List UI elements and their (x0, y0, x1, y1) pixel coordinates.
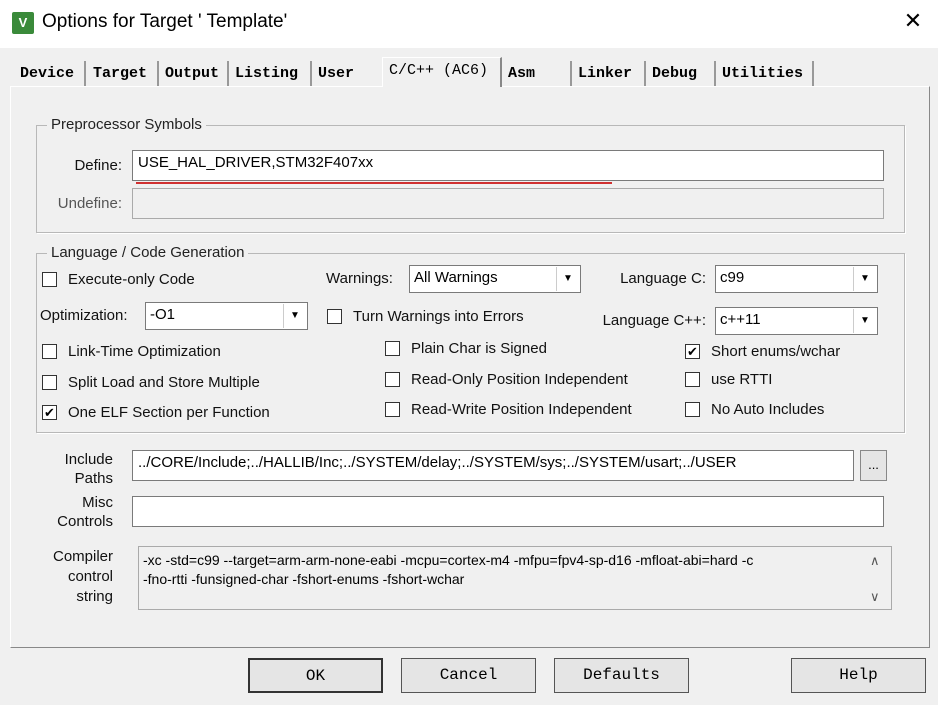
paths-label: Paths (74, 470, 113, 487)
control-label: control (67, 568, 113, 585)
group-title: Language / Code Generation (47, 244, 249, 261)
use-rtti-label: use RTTI (711, 371, 773, 388)
scroll-down-icon[interactable]: ∨ (870, 589, 880, 605)
group-title: Preprocessor Symbols (47, 116, 206, 133)
use-rtti-checkbox[interactable] (685, 372, 700, 387)
controls-label: Controls (57, 513, 113, 530)
no-auto-includes-label: No Auto Includes (711, 401, 825, 418)
warnings-select[interactable]: All Warnings ▼ (409, 265, 581, 293)
plain-char-label: Plain Char is Signed (411, 340, 547, 357)
turn-warnings-label: Turn Warnings into Errors (353, 308, 524, 325)
compiler-control-string: -xc -std=c99 --target=arm-arm-none-eabi … (138, 546, 892, 610)
include-paths-input[interactable]: ../CORE/Include;../HALLIB/Inc;../SYSTEM/… (132, 450, 854, 481)
tab-target[interactable]: Target (87, 61, 159, 86)
language-c-select[interactable]: c99 ▼ (715, 265, 878, 293)
tab-device[interactable]: Device (14, 61, 86, 86)
rw-pi-checkbox[interactable] (385, 402, 400, 417)
language-cpp-label: Language C++: (602, 312, 706, 329)
chevron-down-icon[interactable]: ▼ (853, 267, 876, 291)
compiler-line-1: -xc -std=c99 --target=arm-arm-none-eabi … (143, 552, 754, 568)
no-auto-includes-checkbox[interactable] (685, 402, 700, 417)
rw-pi-label: Read-Write Position Independent (411, 401, 632, 418)
link-time-label: Link-Time Optimization (68, 343, 221, 360)
split-load-checkbox[interactable] (42, 375, 57, 390)
ro-pi-checkbox[interactable] (385, 372, 400, 387)
scroll-up-icon[interactable]: ∧ (870, 553, 880, 569)
tab-c-cpp-ac6[interactable]: C/C++ (AC6) (382, 57, 502, 87)
language-cpp-select[interactable]: c++11 ▼ (715, 307, 878, 335)
annotation-underline (136, 182, 612, 184)
tab-output[interactable]: Output (159, 61, 229, 86)
include-label: Include (64, 451, 113, 468)
browse-button[interactable]: ... (860, 450, 887, 481)
defaults-button[interactable]: Defaults (554, 658, 689, 693)
split-load-label: Split Load and Store Multiple (68, 374, 260, 391)
tab-linker[interactable]: Linker (572, 61, 646, 86)
chevron-down-icon[interactable]: ▼ (556, 267, 579, 291)
warnings-label: Warnings: (326, 270, 393, 287)
tab-utilities[interactable]: Utilities (716, 61, 814, 86)
warnings-value: All Warnings (414, 269, 498, 286)
execute-only-checkbox[interactable] (42, 272, 57, 287)
cancel-button[interactable]: Cancel (401, 658, 536, 693)
optimization-value: -O1 (150, 306, 176, 323)
short-enums-checkbox[interactable]: ✔ (685, 344, 700, 359)
tab-debug[interactable]: Debug (646, 61, 716, 86)
language-cpp-value: c++11 (720, 311, 761, 328)
undefine-label: Undefine: (57, 195, 122, 212)
misc-label: Misc (82, 494, 113, 511)
keil-uvision-icon: V (12, 12, 34, 34)
compiler-label: Compiler (52, 548, 113, 565)
tab-listing[interactable]: Listing (229, 61, 312, 86)
help-button[interactable]: Help (791, 658, 926, 693)
define-input[interactable]: USE_HAL_DRIVER,STM32F407xx (132, 150, 884, 181)
chevron-down-icon[interactable]: ▼ (283, 304, 306, 328)
undefine-input[interactable] (132, 188, 884, 219)
define-label: Define: (74, 157, 122, 174)
language-c-label: Language C: (620, 270, 706, 287)
window-title: Options for Target ' Template' (42, 11, 288, 32)
compiler-line-2: -fno-rtti -funsigned-char -fshort-enums … (143, 571, 465, 587)
plain-char-checkbox[interactable] (385, 341, 400, 356)
chevron-down-icon[interactable]: ▼ (853, 309, 876, 333)
string-label: string (76, 588, 113, 605)
one-elf-checkbox[interactable]: ✔ (42, 405, 57, 420)
short-enums-label: Short enums/wchar (711, 343, 841, 360)
misc-controls-input[interactable] (132, 496, 884, 527)
one-elf-label: One ELF Section per Function (68, 404, 270, 421)
tab-asm[interactable]: Asm (502, 61, 572, 86)
close-button[interactable]: ✕ (898, 8, 928, 34)
execute-only-label: Execute-only Code (68, 271, 195, 288)
tab-user[interactable]: User (312, 61, 382, 86)
turn-warnings-checkbox[interactable] (327, 309, 342, 324)
ok-button[interactable]: OK (248, 658, 383, 693)
language-c-value: c99 (720, 269, 745, 286)
optimization-label: Optimization: (40, 307, 128, 324)
link-time-checkbox[interactable] (42, 344, 57, 359)
optimization-select[interactable]: -O1 ▼ (145, 302, 308, 330)
ro-pi-label: Read-Only Position Independent (411, 371, 628, 388)
